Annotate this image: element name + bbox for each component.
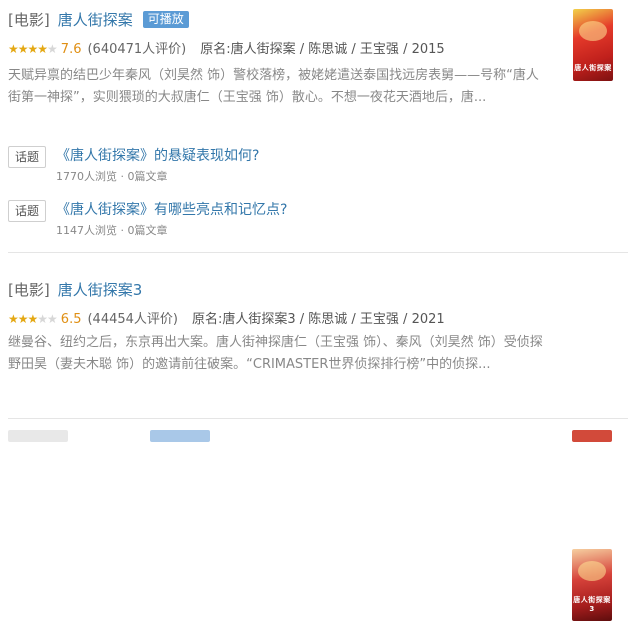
movie-title-link[interactable]: 唐人街探案 (58, 11, 133, 29)
movie-meta: 原名:唐人街探案 / 陈思诚 / 王宝强 / 2015 (200, 42, 445, 57)
next-result-badge-partial (150, 430, 210, 442)
result-divider (8, 418, 628, 419)
next-result-poster-partial (572, 430, 612, 442)
topic-title-link[interactable]: 《唐人街探案》有哪些亮点和记忆点? (56, 200, 287, 220)
next-result-partial (8, 430, 68, 442)
poster-decoration (578, 561, 606, 581)
poster-title: 唐人街探案 (574, 64, 612, 72)
rating-stars-icon: ★★★★★ (8, 312, 58, 326)
topic-title-link[interactable]: 《唐人街探案》的悬疑表现如何? (56, 146, 259, 166)
movie-meta: 原名:唐人街探案3 / 陈思诚 / 王宝强 / 2021 (191, 312, 445, 327)
result-divider (8, 252, 628, 253)
result-title-line: [电影] 唐人街探案3 (8, 280, 142, 300)
rating-score: 6.5 (60, 312, 82, 327)
rating-line: ★★★★★ 6.5 (44454人评价) 原名:唐人街探案3 / 陈思诚 / 王宝强 … (8, 310, 445, 329)
topic-meta: 1770人浏览 · 0篇文章 (56, 170, 168, 183)
topic-meta: 1147人浏览 · 0篇文章 (56, 224, 168, 237)
category-label: [电影] (8, 281, 50, 299)
movie-description: 继曼谷、纽约之后，东京再出大案。唐人街神探唐仁（王宝强 饰）、秦风（刘昊然 饰）… (8, 335, 543, 372)
topic-tag[interactable]: 话题 (8, 146, 47, 168)
movie-poster[interactable]: 唐人街探案 (573, 9, 613, 81)
playable-badge[interactable]: 可播放 (142, 11, 189, 28)
poster-decoration (579, 21, 607, 41)
movie-description: 天赋异禀的结巴少年秦风（刘昊然 饰）警校落榜，被姥姥遣送泰国找远房表舅——号称“… (8, 68, 539, 105)
rating-score: 7.6 (60, 42, 82, 57)
movie-poster[interactable]: 唐人街探案3 (572, 549, 612, 621)
category-label: [电影] (8, 11, 50, 29)
movie-title-link[interactable]: 唐人街探案3 (58, 281, 143, 299)
poster-title: 唐人街探案3 (573, 596, 611, 613)
topic-tag[interactable]: 话题 (8, 200, 47, 222)
result-title-line: [电影] 唐人街探案 可播放 (8, 10, 189, 30)
rating-count: (44454人评价) (87, 312, 178, 327)
rating-line: ★★★★★ 7.6 (640471人评价) 原名:唐人街探案 / 陈思诚 / 王宝强 … (8, 40, 445, 59)
rating-count: (640471人评价) (87, 42, 187, 57)
rating-stars-icon: ★★★★★ (8, 42, 58, 56)
